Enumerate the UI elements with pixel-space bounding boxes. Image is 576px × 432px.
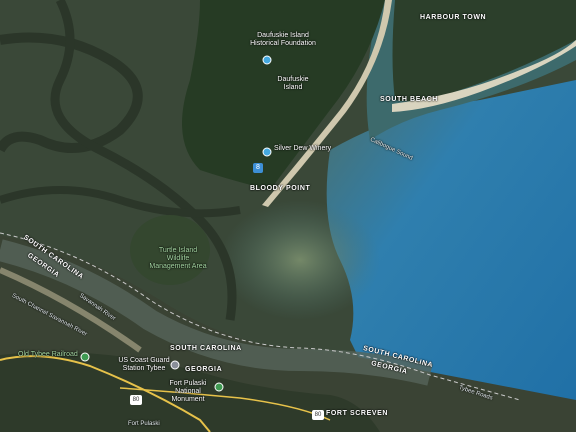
turtle-island-label: Turtle Island Wildlife Management Area bbox=[149, 247, 207, 270]
place-pin-icon[interactable] bbox=[262, 52, 272, 65]
route-shield-icon: 80 bbox=[130, 395, 142, 405]
daufuskie-island-label: Daufuskie Island bbox=[277, 76, 309, 91]
fort-pulaski-monument-label[interactable]: Fort Pulaski National Monument bbox=[164, 380, 212, 404]
place-pin-icon[interactable] bbox=[262, 144, 272, 157]
georgia-label: GEORGIA bbox=[185, 366, 223, 373]
bloody-point-label: BLOODY POINT bbox=[250, 185, 311, 192]
bloody-point-marker-icon[interactable]: 8 bbox=[253, 163, 263, 173]
route-shield-icon: 80 bbox=[312, 410, 324, 420]
park-pin-icon[interactable] bbox=[80, 349, 90, 362]
satellite-map[interactable] bbox=[0, 0, 576, 432]
fort-screven-label: FORT SCREVEN bbox=[326, 410, 389, 417]
south-carolina-label: SOUTH CAROLINA bbox=[170, 345, 242, 352]
fort-pulaski-road-label: Fort Pulaski bbox=[128, 421, 160, 427]
shallow-water bbox=[220, 200, 380, 320]
south-beach-label: SOUTH BEACH bbox=[380, 96, 438, 103]
daufuskie-foundation-label: Daufuskie Island Historical Foundation bbox=[250, 32, 316, 47]
coast-guard-label[interactable]: US Coast Guard Station Tybee bbox=[118, 357, 170, 373]
harbour-town-label: HARBOUR TOWN bbox=[420, 14, 487, 21]
place-pin-icon[interactable] bbox=[170, 357, 180, 370]
silver-dew-winery-label[interactable]: Silver Dew Winery bbox=[274, 145, 331, 153]
monument-pin-icon[interactable] bbox=[214, 379, 224, 392]
old-tybee-railroad-label[interactable]: Old Tybee Railroad bbox=[18, 351, 78, 359]
